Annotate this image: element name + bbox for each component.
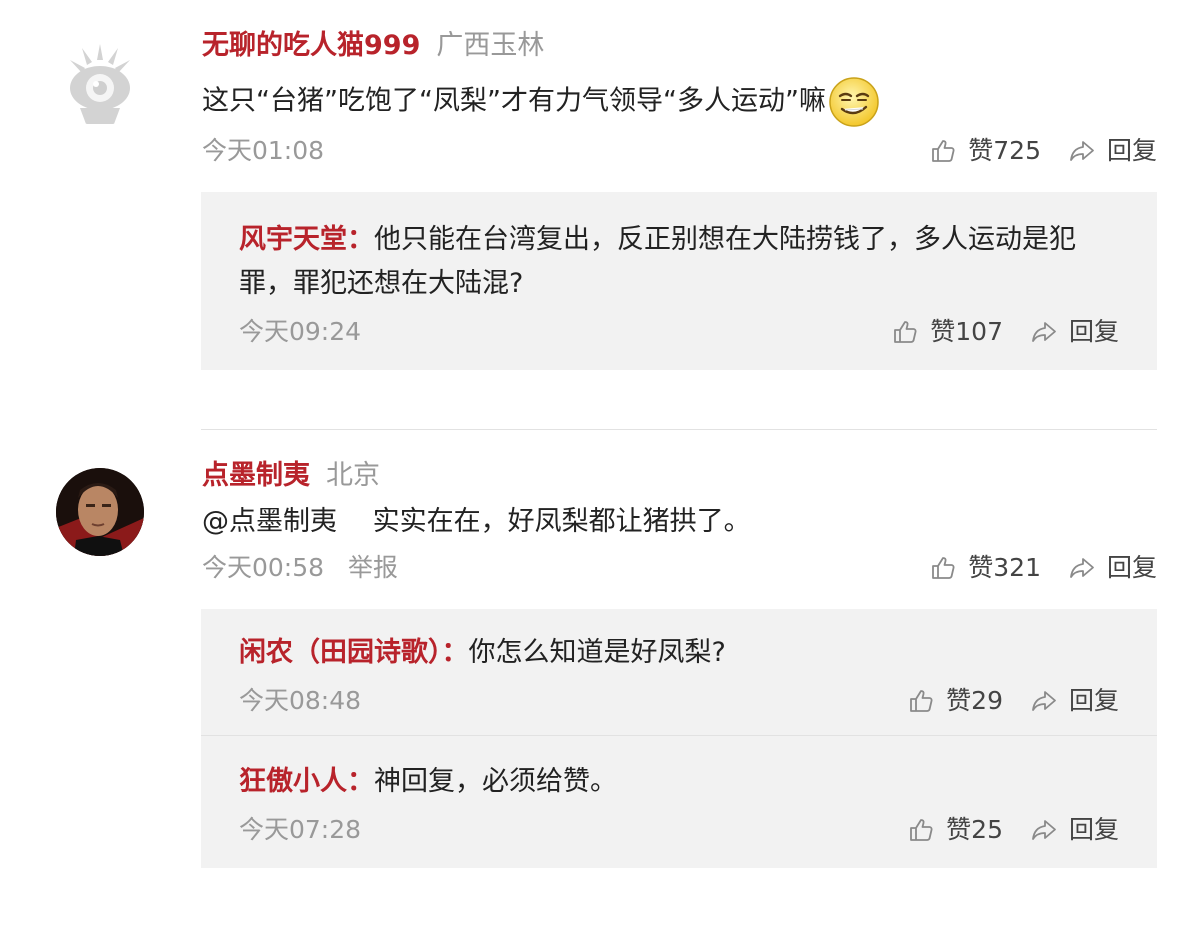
location: 北京 — [326, 460, 380, 491]
reply-label: 回复 — [1068, 815, 1119, 844]
reply-content: 你怎么知道是好凤梨? — [468, 637, 726, 668]
comment-actions: 赞321 回复 — [930, 551, 1157, 585]
reply-label: 回复 — [1106, 136, 1157, 165]
comment-divider — [201, 429, 1157, 430]
comment-text-content: 这只“台猪”吃饱了“凤梨”才有力气领导“多人运动”嘛 — [202, 85, 826, 117]
username[interactable]: 无聊的吃人猫999 — [202, 30, 420, 61]
reply-text: 闲农（田园诗歌）：你怎么知道是好凤梨? — [239, 631, 1119, 675]
reply-text: 狂傲小人：神回复，必须给赞。 — [239, 760, 1119, 804]
share-arrow-icon — [1070, 141, 1094, 161]
like-count: 赞25 — [946, 815, 1003, 844]
user-photo-avatar — [56, 468, 144, 556]
like-button[interactable]: 赞321 — [930, 551, 1041, 585]
share-arrow-icon — [1032, 691, 1056, 711]
report-link[interactable]: 举报 — [348, 551, 398, 585]
comment-meta: 今天00:58 举报 赞321 回复 — [202, 551, 1157, 585]
reply-actions: 赞29 回复 — [908, 681, 1119, 721]
reply-meta: 今天09:24 赞107 回复 — [239, 312, 1119, 352]
thumbs-up-icon — [932, 557, 955, 579]
share-arrow-icon — [1032, 322, 1056, 342]
reply-username[interactable]: 风宇天堂： — [239, 224, 374, 255]
reply-timestamp: 今天08:48 — [239, 686, 362, 715]
thumbs-up-icon — [932, 140, 955, 162]
like-button[interactable]: 赞25 — [908, 810, 1003, 850]
like-count: 赞29 — [946, 686, 1003, 715]
avatar[interactable] — [56, 468, 144, 556]
comment-header: 点墨制夷 北京 — [202, 458, 380, 494]
like-button[interactable]: 赞107 — [892, 312, 1003, 352]
smirk-face-icon — [828, 76, 880, 128]
location: 广西玉林 — [436, 30, 545, 61]
like-button[interactable]: 赞29 — [908, 681, 1003, 721]
reply-actions: 赞25 回复 — [908, 810, 1119, 850]
reply-meta: 今天08:48 赞29 回复 — [239, 681, 1119, 721]
comment-text: @点墨制夷 实实在在，好凤梨都让猪拱了。 — [202, 502, 751, 542]
reply-button[interactable]: 回复 — [1069, 551, 1157, 585]
reply-username[interactable]: 闲农（田园诗歌）： — [239, 637, 469, 668]
reply-button[interactable]: 回复 — [1069, 134, 1157, 168]
reply-label: 回复 — [1068, 686, 1119, 715]
comment-meta: 今天01:08 赞725 回复 — [202, 134, 1157, 168]
reply-button[interactable]: 回复 — [1031, 312, 1119, 352]
reply-item: 风宇天堂：他只能在台湾复出，反正别想在大陆捞钱了，多人运动是犯罪，罪犯还想在大陆… — [201, 192, 1157, 370]
reply-label: 回复 — [1106, 553, 1157, 582]
reply-actions: 赞107 回复 — [892, 312, 1119, 352]
reply-list: 闲农（田园诗歌）：你怎么知道是好凤梨? 今天08:48 赞29 回复 狂傲小人：… — [201, 609, 1157, 868]
username[interactable]: 点墨制夷 — [202, 460, 310, 491]
avatar[interactable] — [56, 38, 144, 126]
thumbs-up-icon — [910, 690, 933, 712]
comment-text: 这只“台猪”吃饱了“凤梨”才有力气领导“多人运动”嘛 — [202, 76, 880, 128]
thumbs-up-icon — [910, 819, 933, 841]
reply-username[interactable]: 狂傲小人： — [239, 766, 374, 797]
comment-actions: 赞725 回复 — [930, 134, 1157, 168]
like-count: 赞107 — [930, 317, 1003, 346]
reply-button[interactable]: 回复 — [1031, 810, 1119, 850]
share-arrow-icon — [1070, 558, 1094, 578]
timestamp: 今天00:58 — [202, 553, 325, 582]
like-button[interactable]: 赞725 — [930, 134, 1041, 168]
comment-header: 无聊的吃人猫999 广西玉林 — [202, 28, 544, 64]
reply-timestamp: 今天07:28 — [239, 815, 362, 844]
reply-item: 狂傲小人：神回复，必须给赞。 今天07:28 赞25 回复 — [201, 735, 1157, 868]
share-arrow-icon — [1032, 820, 1056, 840]
reply-label: 回复 — [1068, 317, 1119, 346]
like-count: 赞725 — [968, 136, 1041, 165]
reply-text: 风宇天堂：他只能在台湾复出，反正别想在大陆捞钱了，多人运动是犯罪，罪犯还想在大陆… — [239, 218, 1119, 306]
reply-button[interactable]: 回复 — [1031, 681, 1119, 721]
like-count: 赞321 — [968, 553, 1041, 582]
reply-timestamp: 今天09:24 — [239, 317, 362, 346]
reply-meta: 今天07:28 赞25 回复 — [239, 810, 1119, 850]
reply-list: 风宇天堂：他只能在台湾复出，反正别想在大陆捞钱了，多人运动是犯罪，罪犯还想在大陆… — [201, 192, 1157, 370]
reply-content: 神回复，必须给赞。 — [374, 766, 617, 797]
weibo-eye-avatar-icon — [56, 38, 144, 126]
timestamp: 今天01:08 — [202, 136, 325, 165]
reply-item: 闲农（田园诗歌）：你怎么知道是好凤梨? 今天08:48 赞29 回复 — [201, 609, 1157, 735]
thumbs-up-icon — [894, 321, 917, 343]
comment-text-content: @点墨制夷 实实在在，好凤梨都让猪拱了。 — [202, 506, 751, 537]
